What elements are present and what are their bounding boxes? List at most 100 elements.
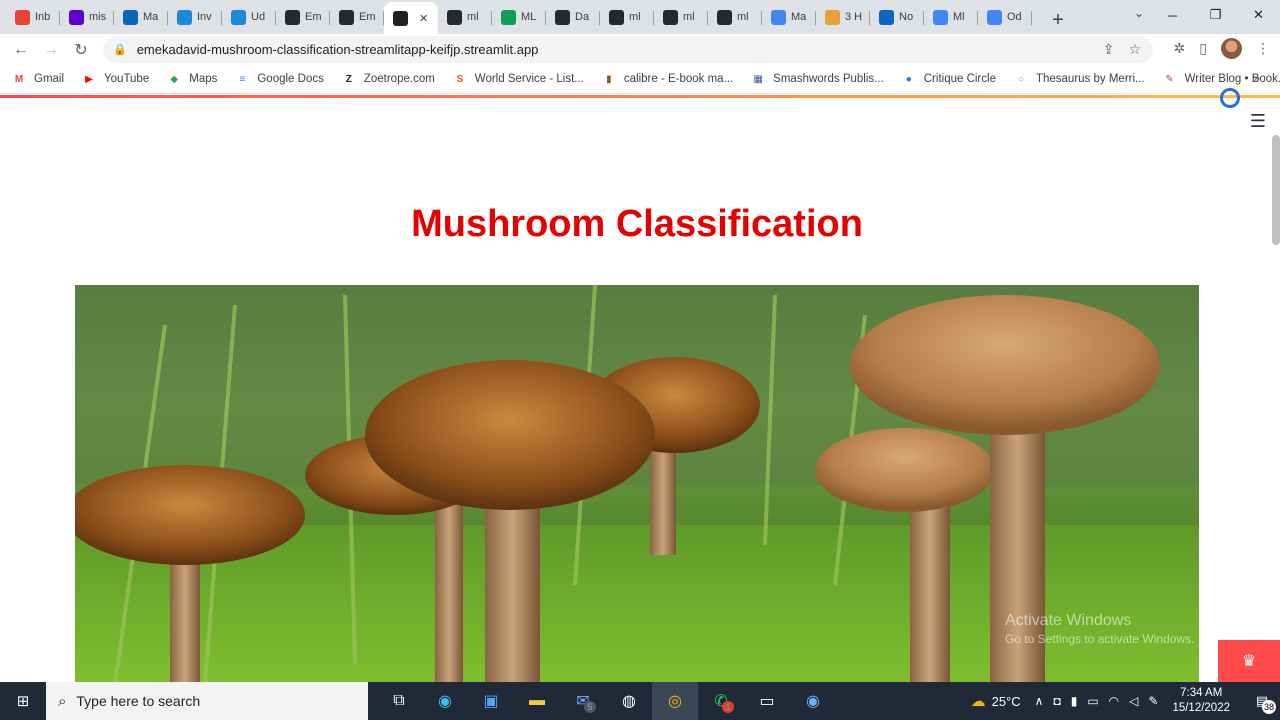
lock-icon[interactable]: 🔒 bbox=[113, 43, 127, 56]
volume-icon[interactable]: ◁ bbox=[1129, 694, 1138, 708]
browser-tab[interactable]: ✕ bbox=[384, 2, 438, 34]
tray-chevron-icon[interactable]: ∧ bbox=[1035, 694, 1044, 708]
google-sheets-icon bbox=[501, 9, 516, 25]
edge-icon[interactable]: ◉ bbox=[422, 682, 468, 720]
bookmark-item[interactable]: ≡ Google Docs bbox=[235, 72, 323, 86]
bookmark-item[interactable]: Z Zoetrope.com bbox=[342, 72, 435, 86]
extensions-icon[interactable]: ✲ bbox=[1174, 40, 1186, 57]
loading-cursor-icon bbox=[1220, 88, 1240, 108]
reload-button[interactable]: ↻ bbox=[66, 35, 96, 65]
notification-center-icon[interactable]: ▤ 38 bbox=[1244, 682, 1280, 720]
whatsapp-icon[interactable]: ✆ 1 bbox=[698, 682, 744, 720]
bookmarks-overflow-icon[interactable]: » bbox=[1253, 71, 1260, 85]
browser-tab[interactable]: ml bbox=[708, 3, 762, 31]
bookmark-item[interactable]: S World Service - List... bbox=[453, 72, 584, 86]
back-button[interactable]: ← bbox=[6, 35, 36, 65]
browser-tab[interactable]: Ma bbox=[762, 3, 816, 31]
file-explorer-icon[interactable]: ▬ bbox=[514, 682, 560, 720]
minimize-button[interactable]: ─ bbox=[1151, 0, 1194, 30]
yahoo-mail-icon bbox=[69, 9, 84, 25]
bookmark-item[interactable]: ● Critique Circle bbox=[902, 72, 996, 86]
streamlit-decoration-bar bbox=[0, 95, 1280, 98]
youtube-icon: ▶ bbox=[85, 73, 93, 85]
browser-tab[interactable]: ml bbox=[654, 3, 708, 31]
mail-icon[interactable]: ✉ 5 bbox=[560, 682, 606, 720]
recorder-icon[interactable]: ◉ bbox=[790, 682, 836, 720]
bookmark-item[interactable]: ▦ Smashwords Publis... bbox=[751, 72, 884, 86]
taskbar-clock[interactable]: 7:34 AM 15/12/2022 bbox=[1172, 686, 1230, 716]
bookmark-item[interactable]: ◆ Maps bbox=[167, 72, 217, 86]
camera-icon[interactable]: ◘ bbox=[1053, 694, 1060, 708]
microphone-icon[interactable]: ▮ bbox=[1071, 694, 1078, 708]
maximize-button[interactable]: ❐ bbox=[1194, 0, 1237, 30]
terminal-icon[interactable]: ▭ bbox=[744, 682, 790, 720]
github-icon bbox=[339, 9, 354, 25]
bookmark-star-icon[interactable]: ☆ bbox=[1128, 41, 1141, 58]
browser-tab[interactable]: mis bbox=[60, 3, 114, 31]
browser-tab[interactable]: ML bbox=[492, 3, 546, 31]
new-tab-button[interactable]: + bbox=[1044, 6, 1072, 34]
system-tray: ☁ 25°C ∧ ◘ ▮ ▭ ◠ ◁ ✎ 7:34 AM 15/12/2022 … bbox=[971, 682, 1280, 720]
browser-tab[interactable]: Ml bbox=[924, 3, 978, 31]
bookmark-item[interactable]: ▮ calibre - E-book ma... bbox=[602, 72, 733, 86]
browser-tab[interactable]: Inv bbox=[168, 3, 222, 31]
watermark-subtitle: Go to Settings to activate Windows. bbox=[1005, 632, 1195, 646]
merriam-webster-icon: ○ bbox=[1017, 73, 1024, 85]
browser-tab[interactable]: Od bbox=[978, 3, 1032, 31]
tab-label: Ma bbox=[791, 11, 807, 23]
menu-kebab-icon[interactable]: ⋮ bbox=[1256, 40, 1270, 57]
google-docs-icon: ≡ bbox=[239, 73, 246, 85]
tab-strip: Inb mis Ma Inv Ud Em Em ✕ ml ML Da ml ml ml Ma 3 H No Ml O… bbox=[0, 0, 1280, 34]
tab-label: ml bbox=[467, 11, 479, 23]
wifi-icon[interactable]: ◠ bbox=[1109, 694, 1119, 708]
battery-icon[interactable]: ▭ bbox=[1087, 694, 1098, 708]
browser-tab[interactable]: ml bbox=[438, 3, 492, 31]
pen-icon[interactable]: ✎ bbox=[1148, 694, 1158, 708]
share-icon[interactable]: ⇪ bbox=[1103, 41, 1115, 58]
weather-widget[interactable]: ☁ 25°C bbox=[971, 692, 1021, 710]
tab-search-icon[interactable]: ⌄ bbox=[1134, 6, 1144, 20]
tab-label: Od bbox=[1007, 11, 1022, 23]
close-window-button[interactable]: ✕ bbox=[1237, 0, 1280, 30]
browser-tab[interactable]: Inb bbox=[6, 3, 60, 31]
bookmark-item[interactable]: ✎ Writer Blog • Book... bbox=[1163, 72, 1280, 86]
close-tab-icon[interactable]: ✕ bbox=[419, 12, 428, 25]
streamlit-crown-icon[interactable]: ♛ bbox=[1218, 640, 1280, 682]
github-icon bbox=[663, 9, 678, 25]
bookmark-item[interactable]: ▶ YouTube bbox=[82, 72, 149, 86]
critique-circle-icon: ● bbox=[905, 73, 912, 85]
browser-tab[interactable]: Em bbox=[276, 3, 330, 31]
browser-tab[interactable]: Da bbox=[546, 3, 600, 31]
tab-label: Inb bbox=[35, 11, 51, 23]
soundcloud-icon: S bbox=[456, 73, 464, 85]
bookmark-label: Smashwords Publis... bbox=[773, 73, 884, 85]
app-icon[interactable]: ◍ bbox=[606, 682, 652, 720]
task-view-icon[interactable]: ⧉ bbox=[376, 682, 422, 720]
tab-label: ML bbox=[521, 11, 537, 23]
tab-label: Ud bbox=[251, 11, 266, 23]
browser-tab[interactable]: Ud bbox=[222, 3, 276, 31]
window-controls: ─ ❐ ✕ bbox=[1151, 0, 1280, 30]
browser-tab[interactable]: Ma bbox=[114, 3, 168, 31]
side-panel-icon[interactable]: ▯ bbox=[1199, 40, 1207, 57]
forward-button[interactable]: → bbox=[36, 35, 66, 65]
windows-start-icon[interactable]: ⊞ bbox=[0, 682, 46, 720]
bookmark-label: World Service - List... bbox=[474, 73, 584, 85]
taskbar-search-box[interactable]: ⌕ Type here to search bbox=[46, 682, 368, 720]
calibre-icon: ▮ bbox=[606, 73, 612, 85]
clock-date: 15/12/2022 bbox=[1172, 702, 1230, 714]
browser-tab[interactable]: 3 H bbox=[816, 3, 870, 31]
google-docs-icon bbox=[987, 9, 1002, 25]
address-bar[interactable]: 🔒 emekadavid-mushroom-classification-str… bbox=[103, 36, 1153, 63]
store-icon[interactable]: ▣ bbox=[468, 682, 514, 720]
bookmark-item[interactable]: M Gmail bbox=[12, 72, 64, 86]
browser-tab[interactable]: ml bbox=[600, 3, 654, 31]
browser-tab[interactable]: Em bbox=[330, 3, 384, 31]
chrome-icon[interactable]: ◎ bbox=[652, 682, 698, 720]
profile-avatar[interactable] bbox=[1221, 38, 1242, 59]
bookmark-label: Gmail bbox=[34, 73, 65, 85]
browser-tab[interactable]: No bbox=[870, 3, 924, 31]
bookmark-item[interactable]: ○ Thesaurus by Merri... bbox=[1014, 72, 1145, 86]
hamburger-menu-icon[interactable]: ☰ bbox=[1250, 111, 1266, 132]
smashwords-icon: ▦ bbox=[753, 73, 763, 85]
